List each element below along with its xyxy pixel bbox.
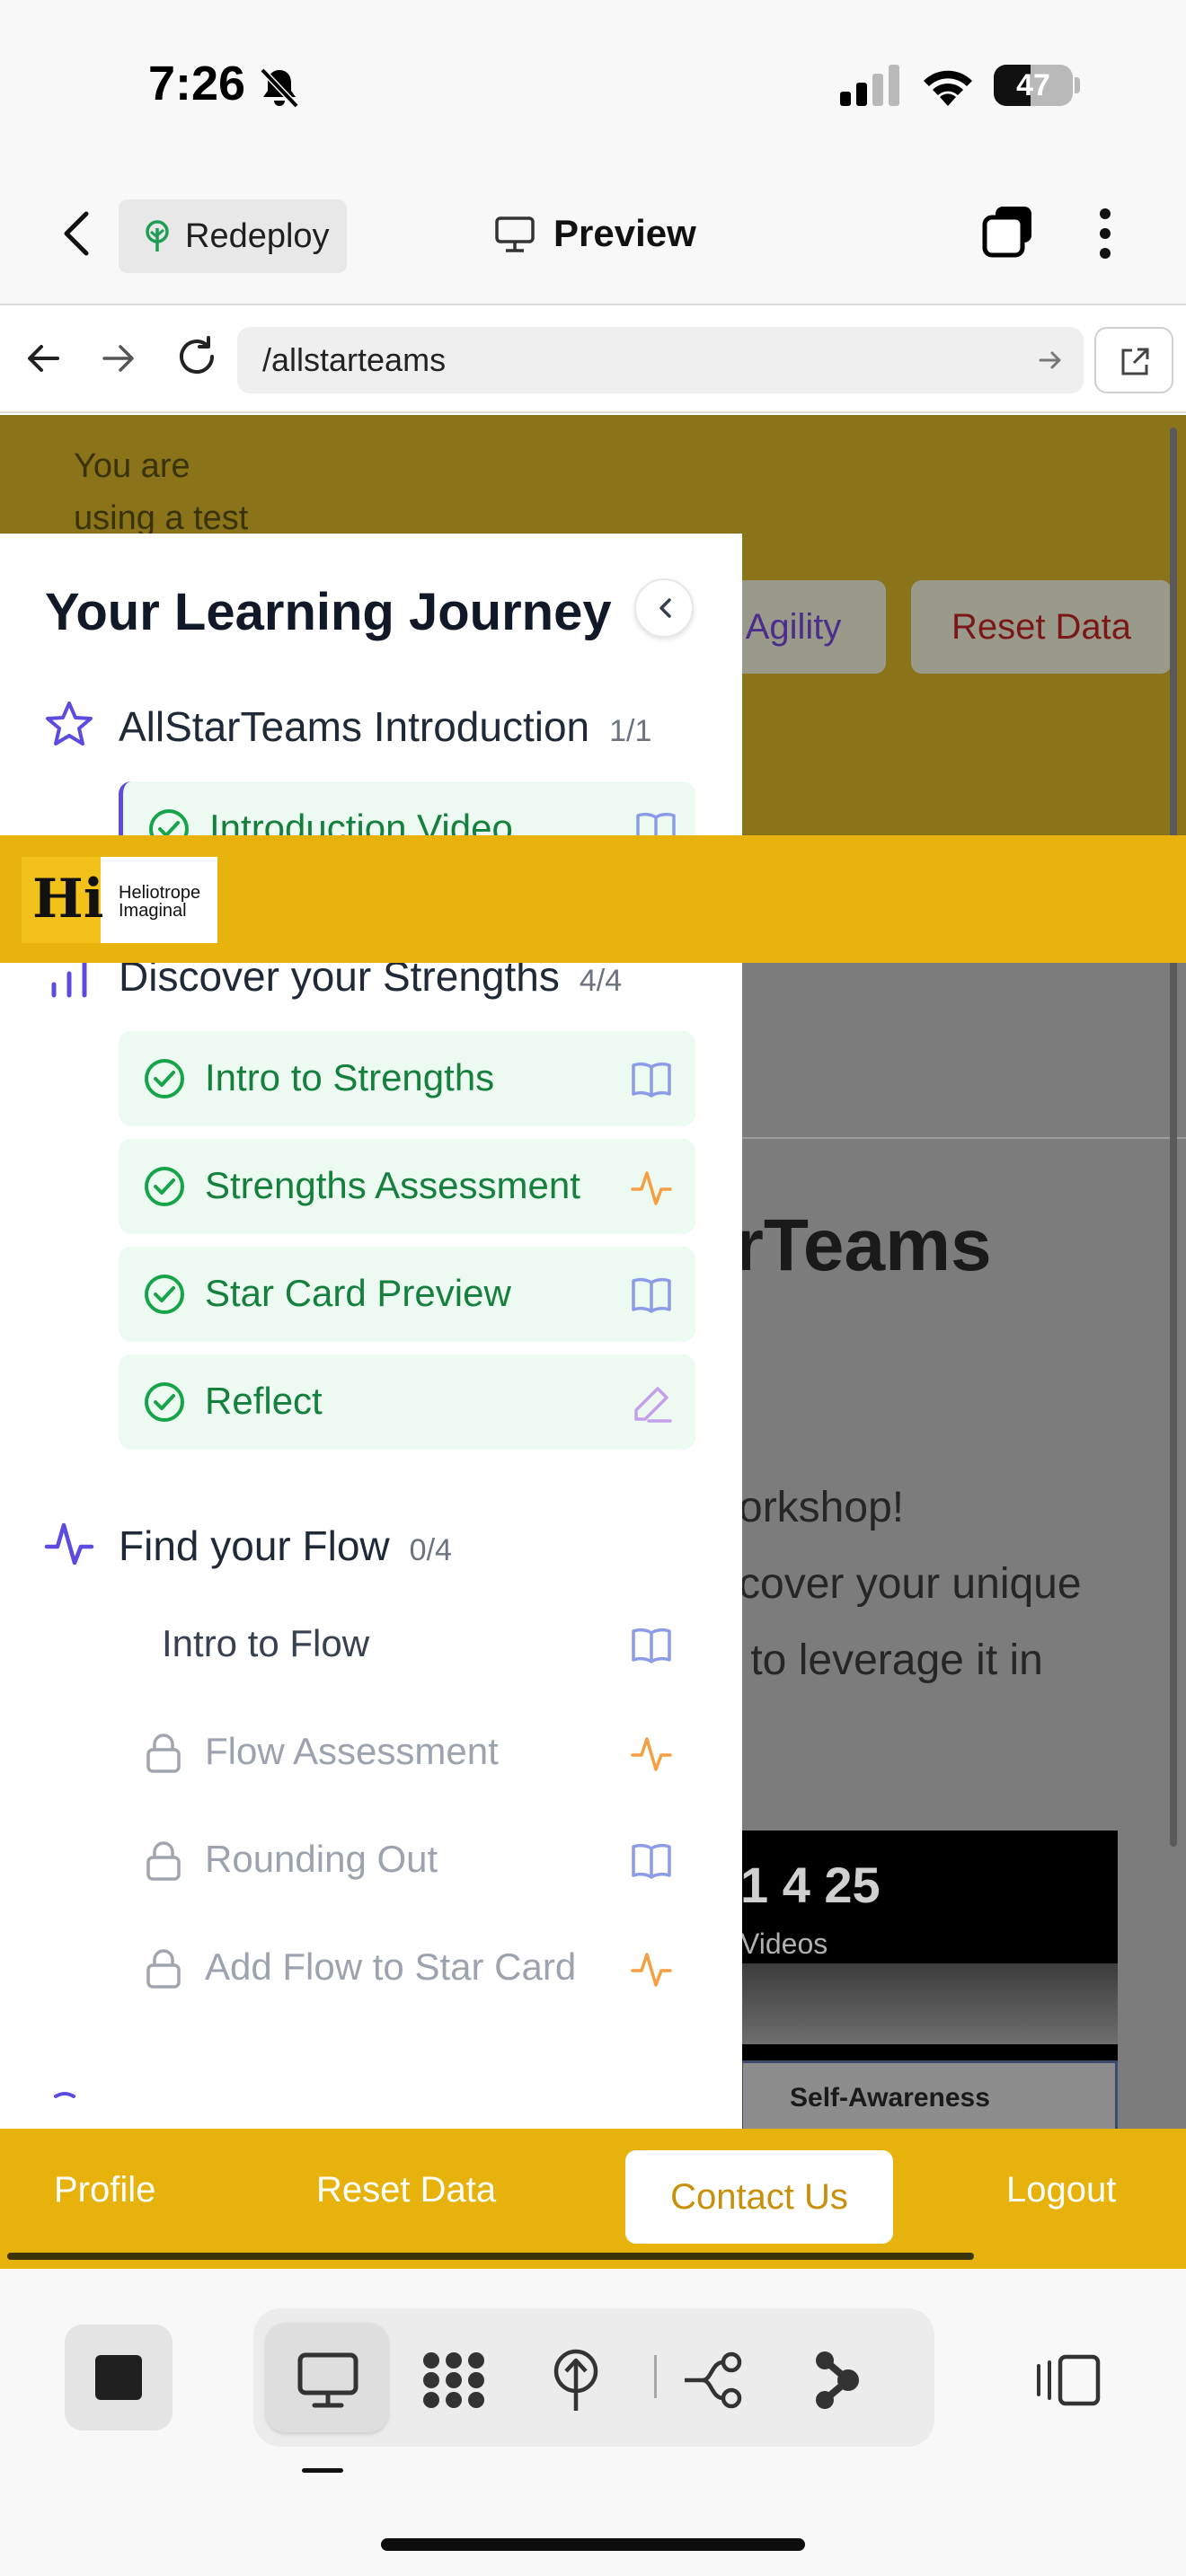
- battery-indicator: 47: [994, 65, 1080, 106]
- flow-activity-icon: [44, 1522, 94, 1566]
- sidebar-item-rounding-out[interactable]: Rounding Out: [119, 1813, 695, 1908]
- contact-us-button[interactable]: Contact Us: [625, 2150, 893, 2244]
- redeploy-button[interactable]: Redeploy: [119, 199, 347, 273]
- chevron-left-icon: [659, 598, 671, 618]
- url-text: /allstarteams: [262, 341, 447, 378]
- deploy-icon[interactable]: [541, 2348, 611, 2413]
- test-banner-text: You are using a test: [74, 447, 249, 537]
- battery-percentage: 47: [1016, 68, 1050, 102]
- wifi-icon: [924, 70, 972, 106]
- sidebar-item-strengths-assessment[interactable]: Strengths Assessment: [119, 1139, 695, 1234]
- git-branch-icon[interactable]: [679, 2348, 749, 2413]
- book-icon: [632, 1843, 671, 1879]
- footer-navigation: Profile Reset Data Contact Us Logout: [0, 2129, 1186, 2269]
- monitor-icon: [495, 216, 535, 252]
- go-arrow-icon[interactable]: [1037, 347, 1064, 374]
- deploy-tree-icon: [146, 220, 169, 251]
- profile-link[interactable]: Profile: [54, 2170, 155, 2210]
- sidebar-item-add-flow-to-star-card[interactable]: Add Flow to Star Card: [119, 1920, 695, 2016]
- activity-icon: [631, 1953, 672, 1987]
- stop-button[interactable]: [65, 2325, 173, 2430]
- section-title-introduction[interactable]: AllStarTeams Introduction 1/1: [119, 702, 651, 751]
- external-link-icon: [1121, 348, 1149, 375]
- status-time: 7:26: [148, 57, 246, 110]
- intro-video-player[interactable]: 1 4 25 Videos Self-Awareness: [740, 1831, 1118, 2129]
- divider: [737, 1137, 1186, 1139]
- tool-switcher: [253, 2308, 934, 2447]
- desktop-preview-icon[interactable]: [293, 2348, 363, 2413]
- check-circle-icon: [145, 1059, 184, 1098]
- agent-icon[interactable]: [801, 2348, 872, 2413]
- status-bar: 7:26 47: [0, 0, 1186, 171]
- book-icon: [632, 1277, 671, 1313]
- heliotrope-imaginal-logo[interactable]: Hi Heliotrope Imaginal: [22, 857, 217, 943]
- browser-forward-icon[interactable]: [99, 340, 137, 377]
- learning-journey-sidebar: Your Learning Journey AllStarTeams Intro…: [0, 534, 742, 2129]
- video-card: Self-Awareness: [740, 2060, 1118, 2129]
- sidebar-item-intro-to-strengths[interactable]: Intro to Strengths: [119, 1031, 695, 1126]
- bell-muted-icon: [260, 67, 299, 109]
- lock-icon: [146, 1949, 181, 1989]
- more-options-icon[interactable]: [1098, 207, 1112, 260]
- lock-icon: [146, 1734, 181, 1773]
- activity-icon: [631, 1737, 672, 1771]
- sidebar-item-flow-assessment[interactable]: Flow Assessment: [119, 1705, 695, 1800]
- horizontal-scrollbar[interactable]: [7, 2253, 974, 2260]
- sidebar-item-reflect[interactable]: Reflect: [119, 1354, 695, 1450]
- check-circle-icon: [145, 1275, 184, 1314]
- book-icon: [632, 1628, 671, 1663]
- collapse-sidebar-button[interactable]: [634, 578, 694, 638]
- stop-icon: [95, 2355, 142, 2400]
- back-chevron-icon[interactable]: [56, 207, 97, 260]
- tabs-icon[interactable]: [981, 203, 1037, 259]
- panel-toggle-icon[interactable]: [1035, 2353, 1102, 2407]
- pencil-icon: [634, 1387, 672, 1423]
- browser-back-icon[interactable]: [25, 340, 63, 377]
- activity-icon: [631, 1171, 672, 1205]
- page-scrollbar[interactable]: [1170, 428, 1177, 1847]
- logout-link[interactable]: Logout: [1006, 2170, 1116, 2210]
- welcome-paragraph: orkshop! cover your unique to leverage i…: [739, 1484, 1082, 1684]
- section-progress-count: 1/1: [609, 714, 652, 748]
- video-numbers: 1 4 25: [740, 1857, 881, 1913]
- check-circle-icon: [145, 1167, 184, 1206]
- redeploy-label: Redeploy: [185, 217, 330, 255]
- site-header-banner: Hi Heliotrope Imaginal: [0, 835, 1186, 963]
- video-subtitle: Videos: [740, 1928, 828, 1960]
- sidebar-item-star-card-preview[interactable]: Star Card Preview: [119, 1247, 695, 1342]
- url-input[interactable]: /allstarteams: [237, 327, 1084, 393]
- check-circle-icon: [145, 1382, 184, 1422]
- page-heading: rTeams: [735, 1204, 992, 1286]
- home-indicator: [381, 2538, 805, 2551]
- preview-title-label: Preview: [553, 212, 696, 254]
- workspace-grid-icon[interactable]: [419, 2348, 489, 2413]
- next-section-icon: [54, 2092, 75, 2098]
- reset-data-top-button[interactable]: Reset Data: [911, 580, 1172, 674]
- browser-url-bar: /allstarteams: [0, 307, 1186, 413]
- open-external-button[interactable]: [1094, 327, 1173, 393]
- star-icon: [46, 701, 93, 745]
- bottom-toolbar: [0, 2269, 1186, 2576]
- book-icon: [632, 1062, 671, 1098]
- app-header: Redeploy Preview: [0, 171, 1186, 305]
- sidebar-title: Your Learning Journey: [45, 583, 612, 641]
- cellular-signal-icon: [840, 65, 899, 106]
- reset-data-link[interactable]: Reset Data: [316, 2170, 496, 2210]
- active-tool-indicator: [302, 2468, 343, 2473]
- section-progress-count: 4/4: [579, 964, 623, 998]
- reload-icon[interactable]: [174, 334, 219, 379]
- lock-icon: [146, 1841, 181, 1881]
- section-progress-count: 0/4: [409, 1533, 452, 1567]
- sidebar-item-intro-to-flow[interactable]: Intro to Flow: [119, 1597, 695, 1692]
- section-title-flow[interactable]: Find your Flow 0/4: [119, 1522, 452, 1570]
